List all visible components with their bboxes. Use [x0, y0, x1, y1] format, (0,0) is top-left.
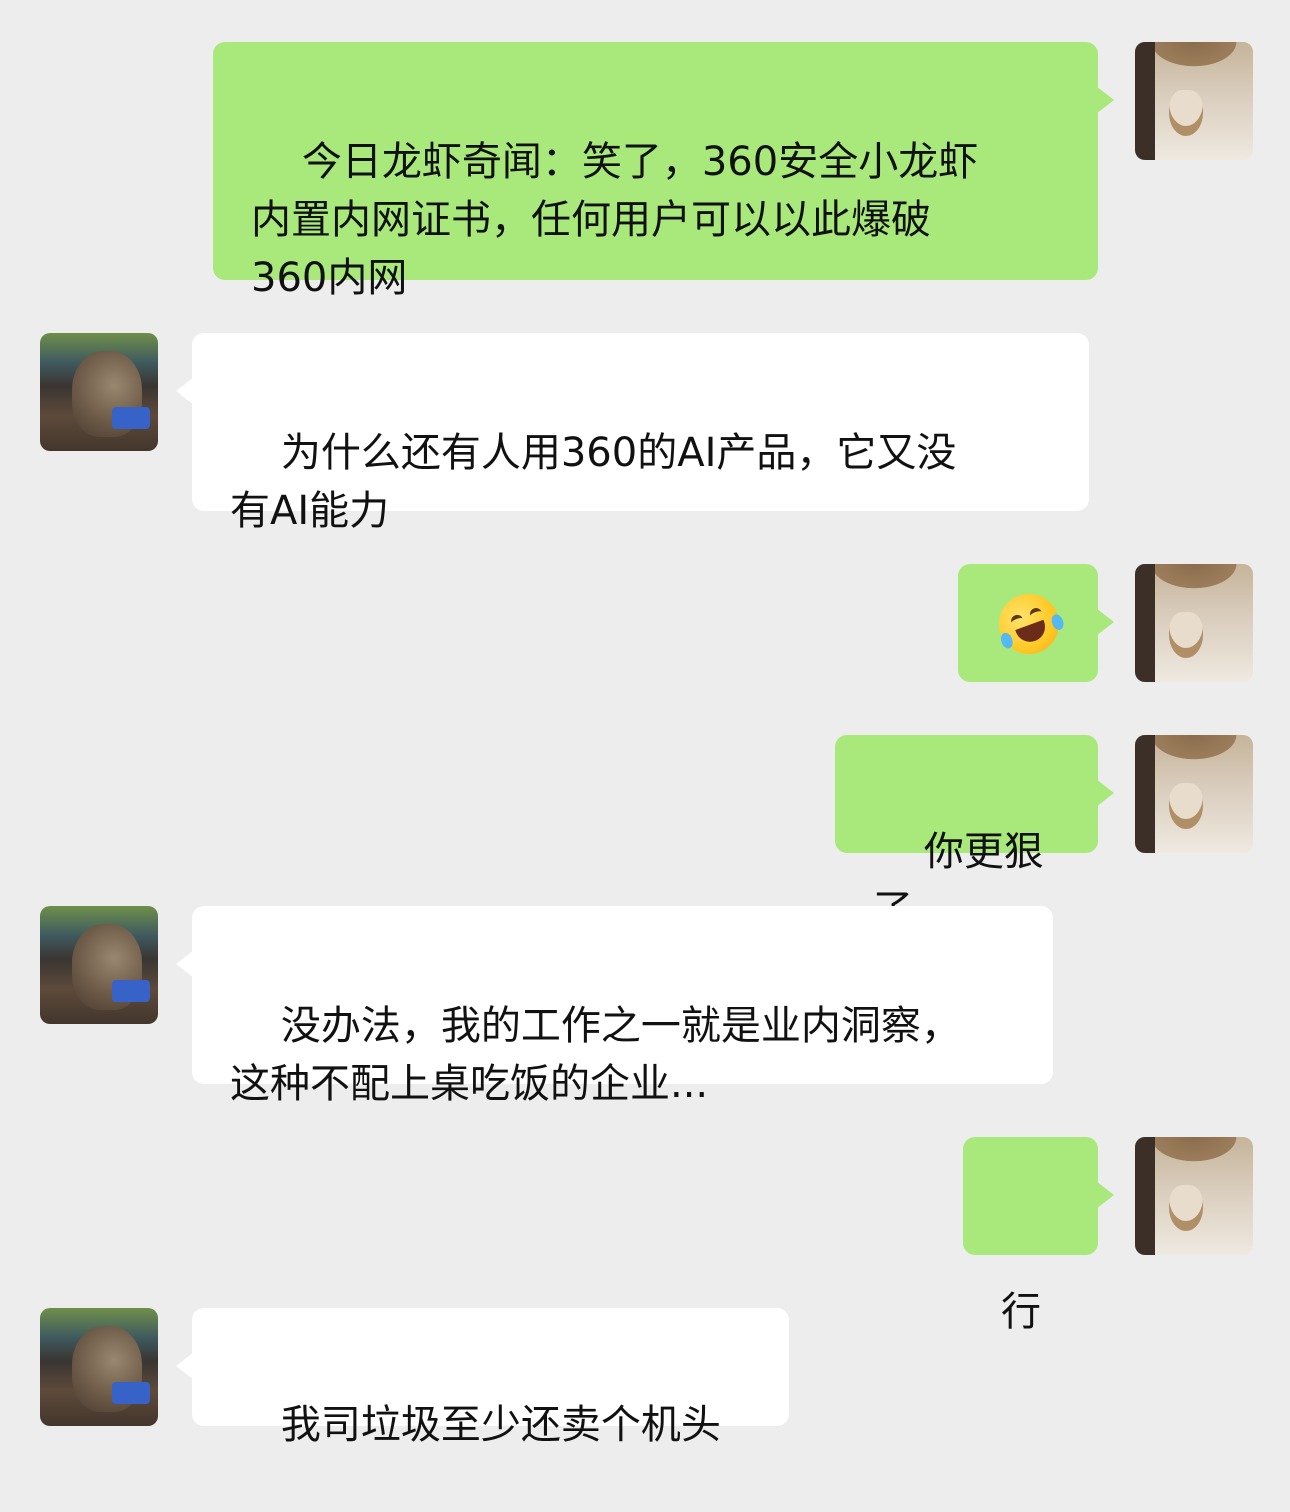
- my-avatar[interactable]: [1135, 42, 1253, 160]
- message-text: 今日龙虾奇闻：笑了，360安全小龙虾 内置内网证书，任何用户可以以此爆破 360…: [251, 139, 979, 301]
- my-avatar[interactable]: [1135, 564, 1253, 682]
- message-text: 为什么还有人用360的AI产品，它又没 有AI能力: [230, 430, 957, 534]
- contact-avatar[interactable]: [40, 1308, 158, 1426]
- message-bubble-incoming[interactable]: 我司垃圾至少还卖个机头: [176, 1308, 789, 1448]
- chat-thread[interactable]: 今日龙虾奇闻：笑了，360安全小龙虾 内置内网证书，任何用户可以以此爆破 360…: [0, 0, 1290, 1463]
- my-avatar[interactable]: [1135, 735, 1253, 853]
- contact-avatar[interactable]: [40, 333, 158, 451]
- message-text: 我司垃圾至少还卖个机头: [280, 1402, 721, 1448]
- message-bubble-outgoing[interactable]: [958, 564, 1114, 682]
- message-bubble-incoming[interactable]: 没办法，我的工作之一就是业内洞察， 这种不配上桌吃饭的企业...: [176, 906, 1053, 1107]
- my-avatar[interactable]: [1135, 1137, 1253, 1255]
- message-bubble-outgoing[interactable]: 行: [963, 1137, 1114, 1335]
- message-text: 行: [1001, 1289, 1041, 1335]
- message-bubble-incoming[interactable]: 为什么还有人用360的AI产品，它又没 有AI能力: [176, 333, 1089, 534]
- message-bubble-outgoing[interactable]: 你更狠了: [835, 735, 1114, 933]
- contact-avatar[interactable]: [40, 906, 158, 1024]
- rolling-on-floor-laughing-emoji-icon: [990, 585, 1068, 663]
- message-text: 没办法，我的工作之一就是业内洞察， 这种不配上桌吃饭的企业...: [230, 1003, 961, 1107]
- message-bubble-outgoing[interactable]: 今日龙虾奇闻：笑了，360安全小龙虾 内置内网证书，任何用户可以以此爆破 360…: [213, 42, 1114, 301]
